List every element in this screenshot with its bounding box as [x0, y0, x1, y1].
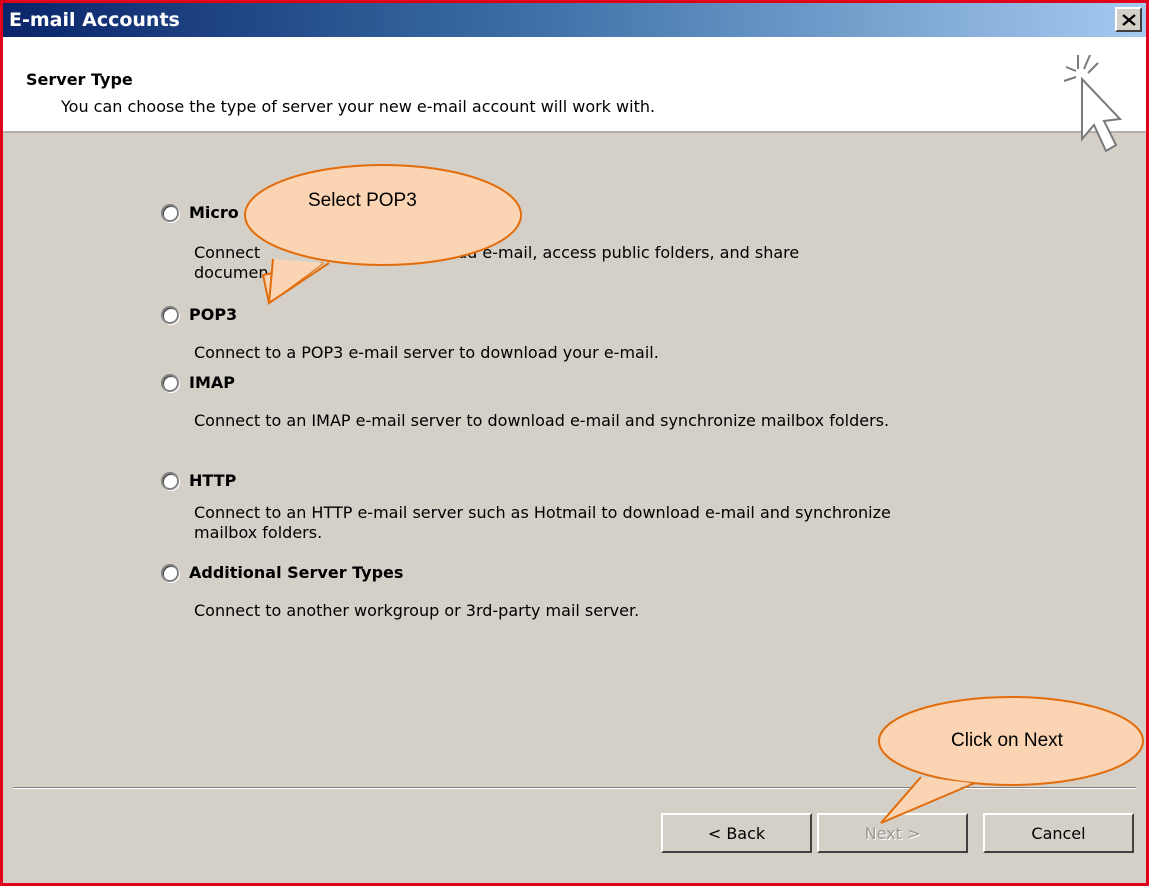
page-subtitle: You can choose the type of server your n… [61, 97, 656, 116]
click-next-callout-text: Click on Next [951, 730, 1063, 751]
radio-additional[interactable] [161, 563, 179, 582]
option-additional[interactable]: Additional Server Types [161, 563, 403, 582]
option-pop3-label: POP3 [189, 305, 238, 324]
close-button[interactable] [1115, 7, 1142, 32]
option-pop3[interactable]: POP3 [161, 305, 237, 324]
title-bar: E-mail Accounts [3, 3, 1146, 37]
option-imap-description: Connect to an IMAP e-mail server to down… [194, 411, 890, 430]
radio-http[interactable] [161, 471, 179, 490]
back-button[interactable]: < Back [661, 813, 812, 853]
option-pop3-description: Connect to a POP3 e-mail server to downl… [194, 343, 659, 362]
close-icon [1121, 13, 1136, 26]
option-exchange-label: Micro [189, 203, 239, 222]
wizard-cursor-icon [1063, 54, 1123, 153]
select-pop3-callout-text: Select POP3 [308, 190, 417, 211]
option-imap[interactable]: IMAP [161, 373, 235, 392]
select-pop3-callout-bubble [244, 164, 522, 305]
radio-exchange[interactable] [161, 203, 179, 222]
radio-pop3[interactable] [161, 305, 179, 324]
radio-imap[interactable] [161, 373, 179, 392]
email-accounts-dialog: E-mail Accounts Server Type You can choo… [0, 0, 1149, 886]
window-title: E-mail Accounts [9, 9, 180, 31]
option-http-description: Connect to an HTTP e-mail server such as… [194, 503, 891, 542]
click-next-callout-bubble [878, 696, 1144, 824]
option-http[interactable]: HTTP [161, 471, 236, 490]
option-http-label: HTTP [189, 471, 237, 490]
option-additional-label: Additional Server Types [189, 563, 404, 582]
page-title: Server Type [26, 70, 133, 89]
option-imap-label: IMAP [189, 373, 235, 392]
option-additional-description: Connect to another workgroup or 3rd-part… [194, 601, 640, 620]
option-exchange[interactable]: Micro [161, 203, 239, 222]
wizard-header: Server Type You can choose the type of s… [3, 37, 1146, 153]
